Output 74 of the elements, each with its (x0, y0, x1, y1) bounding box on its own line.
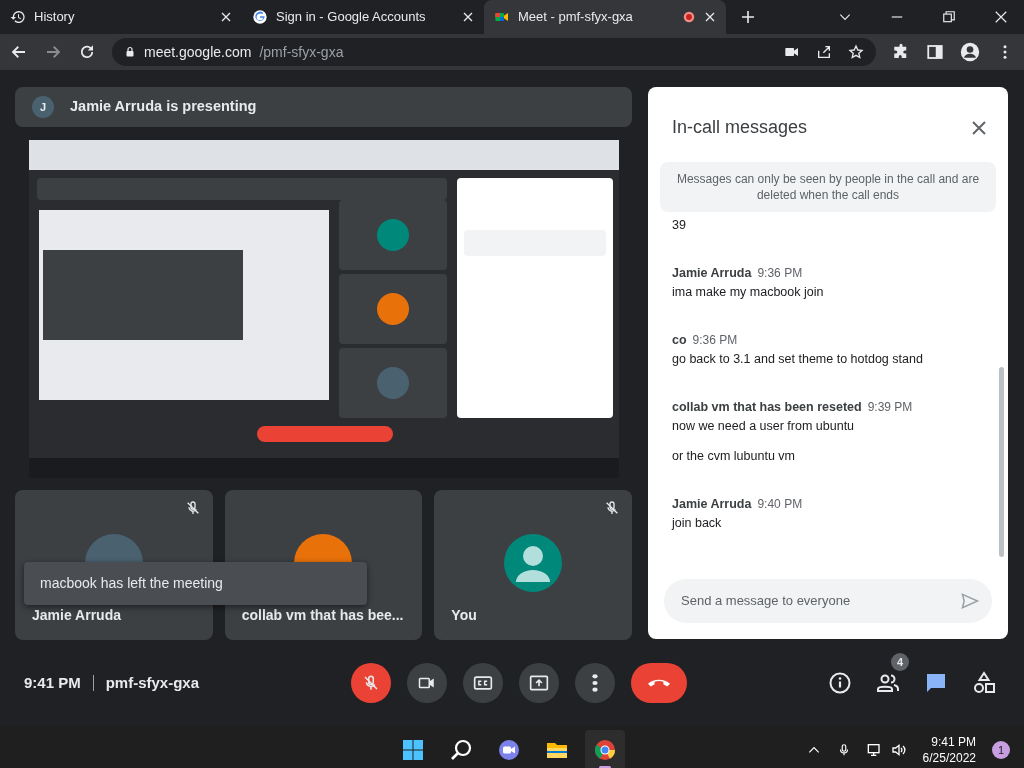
scrollbar[interactable] (999, 367, 1004, 557)
message-time: 9:40 PM (757, 496, 803, 513)
present-button[interactable] (519, 663, 559, 703)
captions-button[interactable] (463, 663, 503, 703)
back-icon[interactable] (10, 43, 28, 61)
more-options-button[interactable] (575, 663, 615, 703)
participant-name: collab vm that has bee... (241, 606, 404, 625)
message-text: now we need a user from ubuntu (672, 418, 856, 435)
reload-icon[interactable] (78, 43, 96, 61)
present-screen-icon (529, 673, 549, 693)
more-icon (592, 674, 598, 692)
address-bar[interactable]: meet.google.com /pmf-sfyx-gxa (112, 38, 876, 66)
phone-hang-up-icon (648, 679, 670, 687)
muted-microphone-icon (362, 674, 380, 692)
chat-icon (924, 671, 948, 695)
search-icon (449, 738, 473, 762)
star-icon[interactable] (848, 44, 864, 60)
new-tab-icon[interactable] (740, 9, 756, 25)
google-logo-icon (252, 9, 268, 25)
close-icon[interactable] (220, 11, 232, 23)
share-icon[interactable] (816, 44, 832, 60)
notification-toast: macbook has left the meeting (24, 562, 367, 605)
message-time: 9:39 PM (867, 399, 913, 416)
shapes-icon (972, 671, 996, 695)
close-icon[interactable] (462, 11, 474, 23)
participant-name: You (451, 606, 477, 625)
panel-title: In-call messages (672, 115, 808, 139)
url-host: meet.google.com (144, 42, 252, 62)
url-path: /pmf-sfyx-gxa (259, 42, 344, 62)
leave-call-button[interactable] (631, 663, 687, 703)
browser-tab[interactable]: Sign in - Google Accounts (242, 0, 484, 34)
notification-badge[interactable]: 1 (992, 741, 1010, 759)
side-panel-icon[interactable] (926, 43, 944, 61)
captions-icon (473, 673, 493, 693)
message-time: 9:36 PM (757, 265, 803, 282)
message-text: join back (672, 515, 723, 532)
meeting-time: 9:41 PM (24, 672, 81, 693)
restore-icon[interactable] (942, 10, 956, 24)
banner-text: Jamie Arruda is presenting (70, 97, 257, 117)
message-field[interactable]: Send a message to everyone (664, 579, 992, 623)
message-input[interactable]: Send a message to everyone (679, 590, 960, 612)
chrome-logo-icon (593, 738, 617, 762)
camera-button[interactable] (407, 663, 447, 703)
avatar: J (32, 96, 54, 118)
history-icon (10, 9, 26, 25)
forward-icon[interactable] (44, 43, 62, 61)
sender-name: Jamie Arruda (672, 265, 752, 282)
profile-icon[interactable] (960, 42, 980, 62)
message-text: 39 (672, 217, 687, 234)
lock-icon (124, 46, 136, 58)
close-icon[interactable] (704, 11, 716, 23)
info-icon (828, 671, 852, 695)
video-chat-icon (497, 738, 521, 762)
message-text: go back to 3.1 and set theme to hotdog stand (672, 351, 924, 368)
meeting-code: pmf-sfyx-gxa (105, 672, 200, 693)
sender-name: Jamie Arruda (672, 496, 752, 513)
sender-name: collab vm that has been reseted (672, 399, 862, 416)
participant-name: Jamie Arruda (32, 606, 121, 625)
notice-text: Messages can only be seen by people in the call and are deleted when the call ends (660, 162, 996, 212)
count-badge: 4 (891, 653, 909, 671)
taskbar-app[interactable] (585, 730, 625, 768)
clock-date: 6/25/2022 (922, 750, 976, 766)
message-time: 9:36 PM (692, 332, 738, 349)
close-icon (970, 118, 988, 137)
browser-tab[interactable]: Meet - pmf-sfyx-gxa (484, 0, 726, 34)
volume-icon[interactable] (890, 742, 907, 758)
sender-name: co (672, 332, 687, 349)
close-icon[interactable] (994, 10, 1008, 24)
browser-tab[interactable]: History (0, 0, 242, 34)
clock-time: 9:41 PM (930, 734, 976, 750)
message-text: ima make my macbook join (672, 284, 825, 301)
start-icon (401, 738, 425, 762)
message-text: or the cvm lubuntu vm (672, 448, 796, 465)
microphone-button[interactable] (351, 663, 391, 703)
